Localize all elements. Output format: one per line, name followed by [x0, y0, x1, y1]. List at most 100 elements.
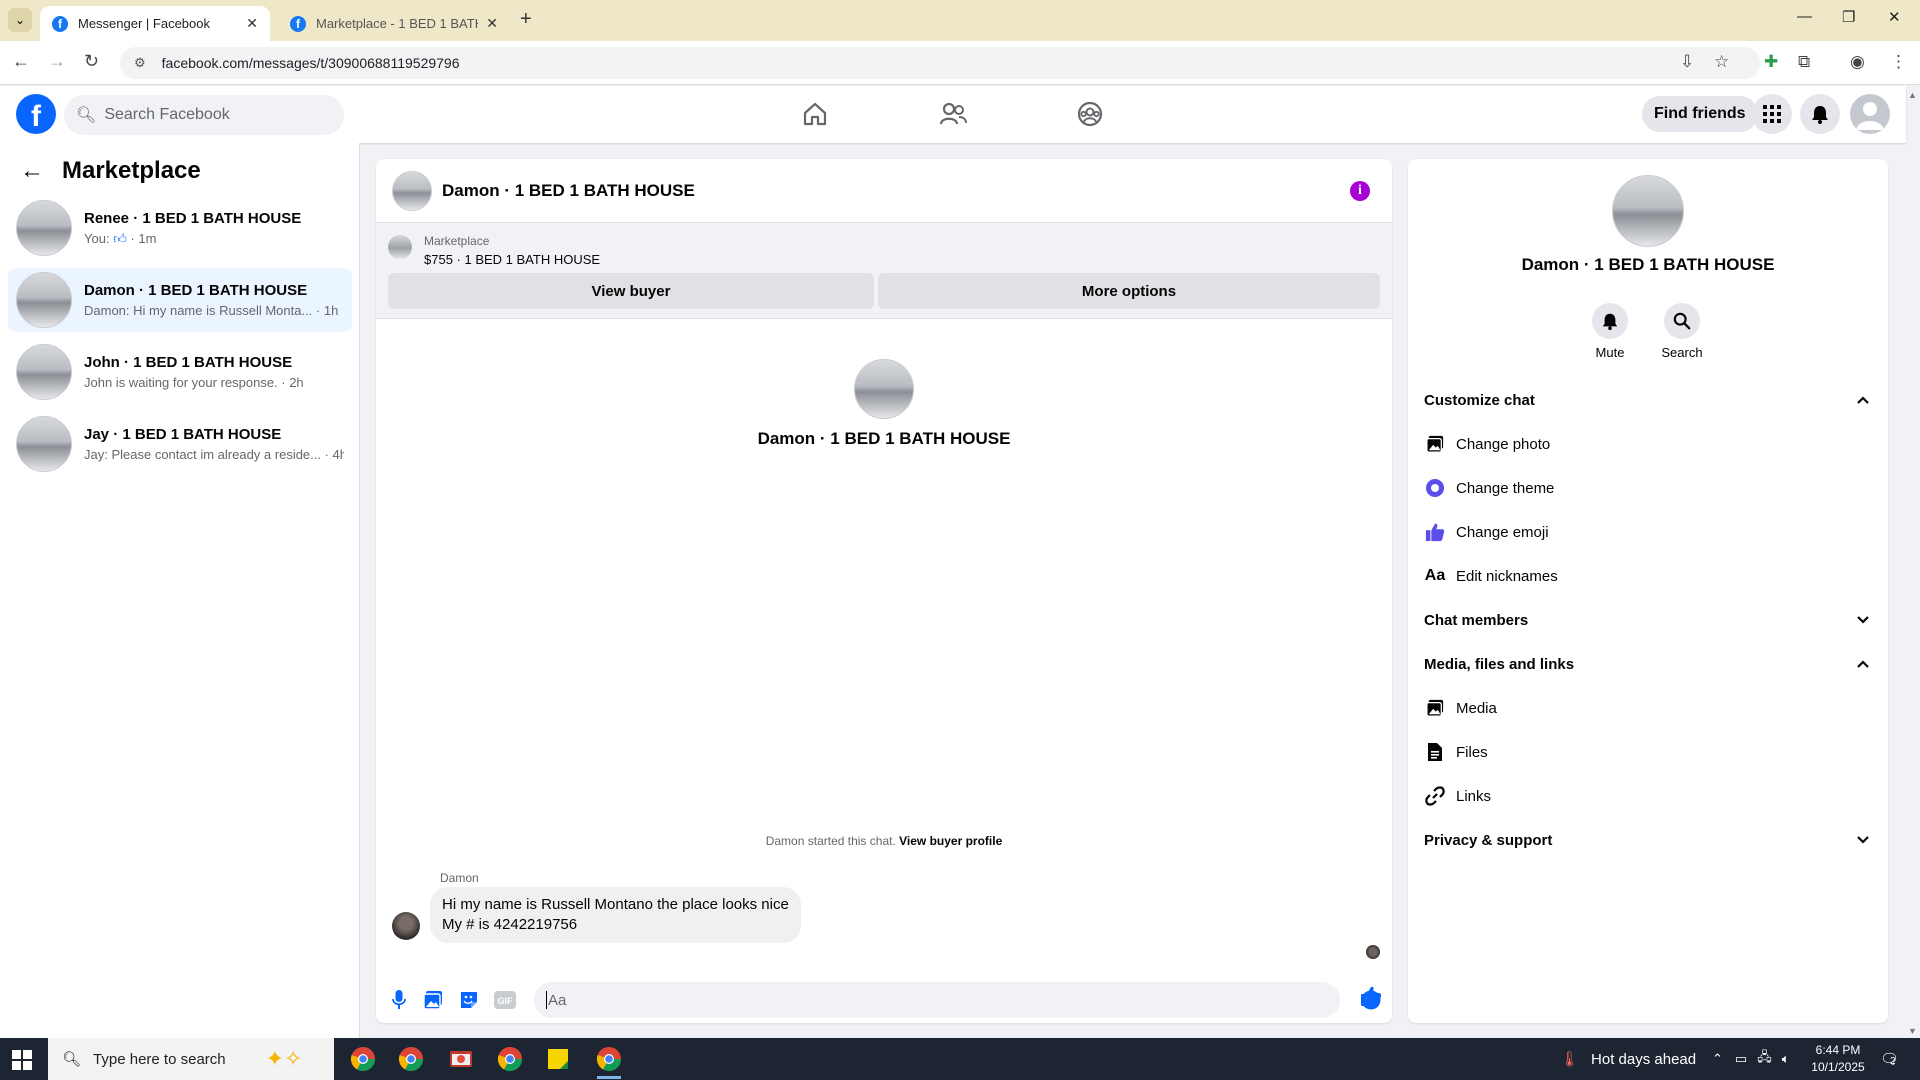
- new-tab-button[interactable]: +: [520, 8, 532, 31]
- clock-date: 10/1/2025: [1811, 1060, 1865, 1074]
- address-bar[interactable]: ⚙ facebook.com/messages/t/30900688119529…: [120, 47, 1760, 79]
- forward-button[interactable]: →: [48, 51, 66, 72]
- chrome-icon[interactable]: [396, 1044, 426, 1074]
- tab-messenger[interactable]: f Messenger | Facebook ✕: [40, 6, 270, 41]
- item-label: Files: [1456, 743, 1488, 761]
- mute-button[interactable]: Mute: [1580, 303, 1640, 360]
- listing-thumbnail: [16, 200, 72, 256]
- install-app-icon[interactable]: ⇩: [1680, 52, 1694, 72]
- change-theme-item[interactable]: Change theme: [1424, 470, 1872, 506]
- microphone-icon[interactable]: [388, 989, 410, 1011]
- reload-button[interactable]: ↻: [84, 51, 99, 72]
- scroll-up-arrow[interactable]: ▲: [1908, 90, 1917, 100]
- chrome-icon[interactable]: [348, 1044, 378, 1074]
- tab-title: Marketplace - 1 BED 1 BATH HO: [316, 16, 478, 31]
- message-bubble[interactable]: Hi my name is Russell Montano the place …: [430, 887, 801, 943]
- more-options-button[interactable]: More options: [878, 273, 1380, 309]
- view-buyer-button[interactable]: View buyer: [388, 273, 874, 309]
- view-buyer-profile-link[interactable]: View buyer profile: [899, 834, 1002, 848]
- conversation-renee[interactable]: Renee · 1 BED 1 BATH HOUSE You: 👍︎ · 1m: [8, 196, 352, 260]
- conversation-name: John · 1 BED 1 BATH HOUSE: [84, 354, 293, 371]
- groups-icon[interactable]: [1075, 99, 1105, 129]
- extension-icon[interactable]: ✚: [1764, 52, 1778, 72]
- like-thumb-icon: [1424, 521, 1446, 543]
- edit-nicknames-item[interactable]: Aa Edit nicknames: [1424, 558, 1872, 594]
- tab-marketplace[interactable]: f Marketplace - 1 BED 1 BATH HO ✕: [278, 6, 510, 41]
- close-window-button[interactable]: ✕: [1888, 8, 1901, 26]
- chrome-icon[interactable]: [594, 1044, 624, 1079]
- listing-bar: Marketplace $755 · 1 BED 1 BATH HOUSE Vi…: [376, 223, 1392, 319]
- item-label: Change emoji: [1456, 523, 1549, 541]
- find-friends-button[interactable]: Find friends: [1642, 96, 1758, 132]
- photo-icon[interactable]: [422, 989, 444, 1011]
- facebook-logo[interactable]: f: [16, 94, 56, 134]
- taskbar-search-input[interactable]: 🔍︎ Type here to search ✦✧: [48, 1038, 334, 1080]
- chrome-icon[interactable]: [495, 1044, 525, 1074]
- conversation-damon[interactable]: Damon · 1 BED 1 BATH HOUSE Damon: Hi my …: [8, 268, 352, 332]
- restore-button[interactable]: ❐: [1842, 8, 1855, 26]
- sidebar-title: Marketplace: [62, 157, 201, 184]
- browser-tabstrip: ⌄ f Messenger | Facebook ✕ f Marketplace…: [0, 0, 1920, 41]
- media-files-links-section[interactable]: Media, files and links: [1424, 646, 1872, 682]
- chat-members-section[interactable]: Chat members: [1424, 602, 1872, 638]
- privacy-support-section[interactable]: Privacy & support: [1424, 822, 1872, 858]
- item-label: Change photo: [1456, 435, 1551, 453]
- back-button[interactable]: ←: [12, 51, 30, 72]
- sticky-notes-icon[interactable]: [543, 1044, 573, 1074]
- sender-avatar[interactable]: [392, 912, 420, 940]
- links-item[interactable]: Links: [1424, 778, 1872, 814]
- conversation-john[interactable]: John · 1 BED 1 BATH HOUSE John is waitin…: [8, 340, 352, 404]
- conversation-jay[interactable]: Jay · 1 BED 1 BATH HOUSE Jay: Please con…: [8, 412, 352, 476]
- customize-chat-section[interactable]: Customize chat: [1424, 382, 1872, 418]
- change-photo-item[interactable]: Change photo: [1424, 426, 1872, 462]
- notifications-bell-icon[interactable]: [1800, 94, 1840, 134]
- back-arrow-icon[interactable]: ←: [20, 157, 44, 185]
- listing-label: Marketplace: [424, 234, 490, 248]
- bookmark-star-icon[interactable]: ☆: [1714, 52, 1729, 72]
- section-label: Customize chat: [1424, 391, 1535, 409]
- files-item[interactable]: Files: [1424, 734, 1872, 770]
- search-placeholder: Search Facebook: [104, 106, 230, 123]
- info-icon[interactable]: i: [1350, 181, 1370, 201]
- profile-icon[interactable]: ◉: [1850, 52, 1865, 72]
- taskbar-clock[interactable]: 6:44 PM 10/1/2025: [1808, 1042, 1868, 1076]
- tab-search-button[interactable]: ⌄: [8, 8, 32, 32]
- extensions-puzzle-icon[interactable]: ⧉: [1798, 52, 1810, 72]
- item-label: Edit nicknames: [1456, 567, 1558, 585]
- menu-grid-icon[interactable]: [1752, 94, 1792, 134]
- scroll-down-arrow[interactable]: ▼: [1908, 1026, 1917, 1036]
- message-input[interactable]: Aa: [534, 982, 1340, 1018]
- chat-title[interactable]: Damon · 1 BED 1 BATH HOUSE: [442, 181, 695, 201]
- details-name: Damon · 1 BED 1 BATH HOUSE: [1521, 255, 1775, 274]
- gif-icon[interactable]: GIF: [494, 989, 516, 1011]
- browser-menu-icon[interactable]: ⋮: [1890, 52, 1907, 72]
- facebook-search-input[interactable]: 🔍︎ Search Facebook: [64, 95, 344, 135]
- windows-start-button[interactable]: [12, 1050, 32, 1070]
- send-like-icon[interactable]: [1360, 985, 1382, 1013]
- sticker-icon[interactable]: [458, 989, 480, 1011]
- friends-icon[interactable]: [938, 99, 968, 129]
- network-icon[interactable]: 🖧︎: [1757, 1048, 1772, 1070]
- notification-center-button[interactable]: 🗨︎ 2: [1880, 1038, 1899, 1080]
- search-in-chat-button[interactable]: Search: [1652, 303, 1712, 360]
- change-emoji-item[interactable]: Change emoji: [1424, 514, 1872, 550]
- home-icon[interactable]: [800, 99, 830, 129]
- meet-now-icon[interactable]: ▭: [1735, 1051, 1747, 1067]
- close-icon[interactable]: ✕: [246, 15, 258, 32]
- close-icon[interactable]: ✕: [486, 15, 498, 32]
- chevron-up-icon[interactable]: ⌃: [1712, 1051, 1723, 1067]
- volume-icon[interactable]: 🔈︎: [1782, 1051, 1790, 1067]
- listing-price-title[interactable]: $755 · 1 BED 1 BATH HOUSE: [424, 252, 600, 267]
- conversation-name: Jay · 1 BED 1 BATH HOUSE: [84, 426, 282, 443]
- seen-receipt-avatar: [1366, 945, 1380, 959]
- minimize-button[interactable]: —: [1797, 8, 1812, 25]
- weather-widget[interactable]: 🌡︎ Hot days ahead: [1560, 1038, 1696, 1080]
- chat-avatar[interactable]: [392, 170, 432, 211]
- conversation-snippet: You: 👍︎ · 1m: [84, 231, 344, 247]
- text-caret: [546, 991, 547, 1009]
- browser-toolbar: ← → ↻ ⚙ facebook.com/messages/t/30900688…: [0, 41, 1920, 85]
- site-info-icon[interactable]: ⚙: [134, 55, 146, 71]
- app-window-icon[interactable]: [446, 1044, 476, 1074]
- account-avatar[interactable]: [1850, 94, 1890, 134]
- media-item[interactable]: Media: [1424, 690, 1872, 726]
